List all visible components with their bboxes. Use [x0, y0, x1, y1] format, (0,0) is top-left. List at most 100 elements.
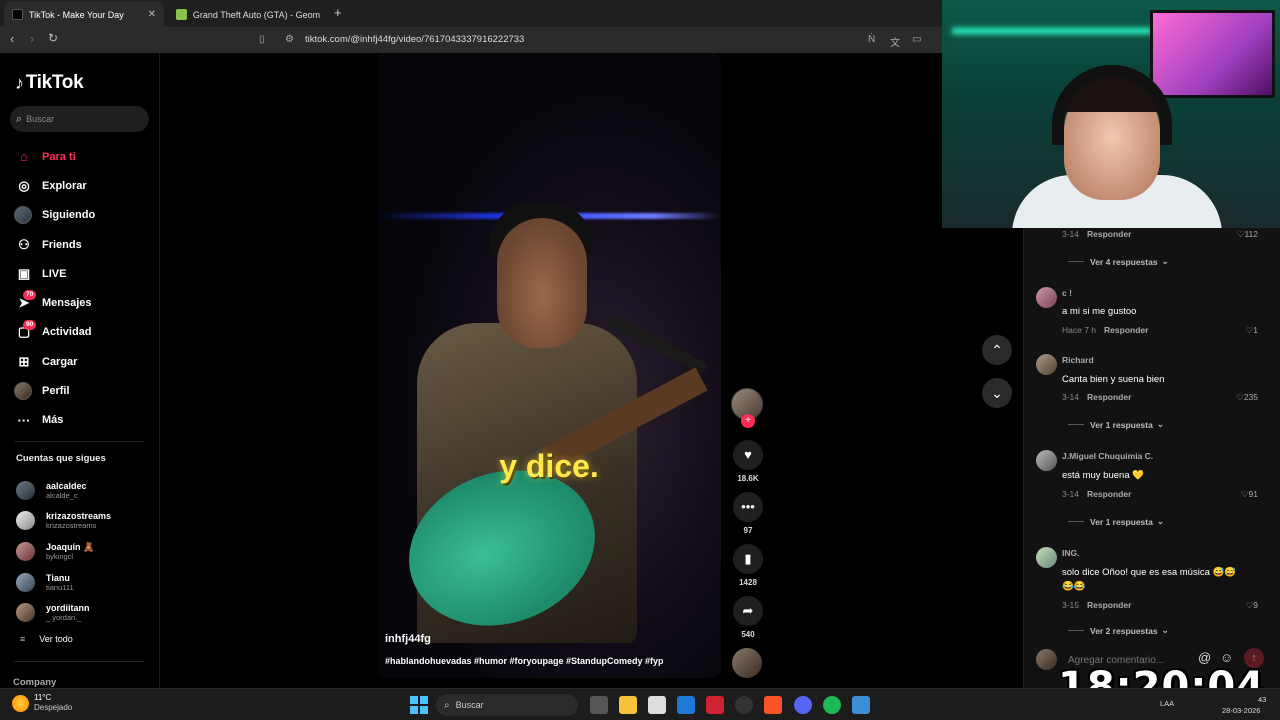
view-replies[interactable]: Ver 4 respuestas ⌄ — [1068, 256, 1169, 267]
brave-icon[interactable] — [764, 696, 782, 714]
view-replies[interactable]: Ver 2 respuestas ⌄ — [1068, 625, 1169, 636]
tab-tiktok[interactable]: TikTok - Make Your Day ✕ — [4, 2, 164, 27]
following-item[interactable]: Tianu tianu111 — [16, 567, 111, 598]
comment-like[interactable]: ♡91 — [1241, 489, 1258, 500]
reply-button[interactable]: Responder — [1087, 489, 1131, 499]
comment-like[interactable]: ♡9 — [1246, 600, 1258, 611]
screen: TikTok - Make Your Day ✕ Grand Theft Aut… — [0, 0, 1280, 720]
following-name: Joaquín 🧸 — [46, 541, 95, 552]
view-replies[interactable]: Ver 1 respuesta ⌄ — [1068, 516, 1164, 527]
nav-actividad[interactable]: ▢ 90 Actividad — [14, 318, 95, 347]
back-icon[interactable]: ‹ — [10, 31, 14, 46]
store-icon[interactable] — [648, 696, 666, 714]
avatar[interactable] — [1036, 287, 1057, 308]
url-field[interactable]: tiktok.com/@inhfj44fg/video/761704333791… — [305, 34, 524, 45]
profile-icon — [14, 382, 32, 401]
avatar — [16, 511, 35, 531]
forward-icon[interactable]: › — [30, 31, 34, 46]
search-input[interactable]: ⌕ Buscar — [10, 106, 149, 132]
following-item[interactable]: yordiitann _.yordan._ — [16, 597, 111, 628]
comment-button[interactable]: ••• 97 — [731, 492, 765, 535]
like-button[interactable]: ♥ 18.6K — [731, 440, 765, 483]
bookmark-icon[interactable]: ▯ — [259, 34, 265, 45]
app-icon[interactable] — [706, 696, 724, 714]
video-author[interactable]: inhfj44fg — [385, 633, 431, 645]
led-strip — [952, 28, 1152, 34]
screen-icon[interactable]: ▭ — [912, 34, 921, 45]
nav-live[interactable]: ▣ LIVE — [14, 259, 95, 288]
see-all-link[interactable]: ≡ Ver todo — [20, 634, 73, 644]
avatar[interactable] — [1036, 354, 1057, 375]
nav-explorar[interactable]: ◎ Explorar — [14, 171, 95, 200]
follow-plus-icon[interactable]: + — [741, 414, 755, 428]
nav-mensajes[interactable]: ➤ 70 Mensajes — [14, 288, 95, 317]
video-tags[interactable]: #hablandohuevadas #humor #foryoupage #St… — [385, 656, 664, 666]
comment-user[interactable]: c ! — [1062, 288, 1072, 298]
weather-widget[interactable]: 11°C Despejado — [12, 693, 72, 713]
creator-avatar[interactable]: + — [731, 388, 763, 428]
following-item[interactable]: krizazostreams krizazostreams — [16, 506, 111, 537]
reply-button[interactable]: Responder — [1087, 600, 1131, 610]
close-icon[interactable]: ✕ — [148, 9, 156, 20]
save-button[interactable]: ▮ 1428 — [731, 544, 765, 587]
mention-icon[interactable]: @ — [1198, 650, 1211, 665]
tiktok-logo[interactable]: ♪ TikTok — [15, 72, 84, 94]
view-replies[interactable]: Ver 1 respuesta ⌄ — [1068, 419, 1164, 430]
new-tab-icon[interactable]: + — [334, 5, 342, 20]
taskbar-search[interactable]: ⌕ Buscar — [436, 694, 578, 716]
next-video-button[interactable]: ⌄ — [982, 378, 1012, 408]
nav-siguiendo[interactable]: Siguiendo — [14, 201, 95, 230]
reply-button[interactable]: Responder — [1087, 392, 1131, 402]
nav-mas[interactable]: ··· Más — [14, 406, 95, 435]
comment-like[interactable]: ♡1 — [1246, 325, 1258, 336]
language-indicator[interactable]: LAA — [1160, 699, 1174, 708]
nav-friends[interactable]: ⚇ Friends — [14, 230, 95, 259]
steam-icon[interactable] — [735, 696, 753, 714]
view-replies-label: Ver 1 respuesta — [1090, 419, 1153, 430]
comment-user[interactable]: ING. — [1062, 548, 1079, 558]
sound-disc[interactable] — [732, 648, 762, 678]
comment-user[interactable]: Richard — [1062, 355, 1094, 365]
nav-label: Siguiendo — [42, 209, 96, 222]
translate-icon[interactable]: 文 — [890, 34, 900, 49]
spotify-icon[interactable] — [823, 696, 841, 714]
discord-icon[interactable] — [794, 696, 812, 714]
nav-perfil[interactable]: Perfil — [14, 376, 95, 405]
reply-button[interactable]: Responder — [1087, 229, 1131, 239]
nav-label: Friends — [42, 238, 82, 251]
video-player[interactable]: y dice. inhfj44fg #hablandohuevadas #hum… — [377, 53, 721, 678]
following-item[interactable]: aalcaldec alcalde_c — [16, 475, 111, 506]
view-replies-label: Ver 1 respuesta — [1090, 516, 1153, 527]
reader-icon[interactable]: Ṅ — [868, 34, 875, 45]
taskbar-time[interactable]: 43 — [1258, 695, 1266, 704]
task-view-icon[interactable] — [590, 696, 608, 714]
reload-icon[interactable]: ↻ — [48, 31, 58, 45]
avatar[interactable] — [1036, 547, 1057, 568]
nav-cargar[interactable]: ⊞ Cargar — [14, 347, 95, 376]
share-button[interactable]: ➦ 540 — [731, 596, 765, 639]
compass-icon: ◎ — [18, 177, 30, 193]
reply-button[interactable]: Responder — [1104, 325, 1148, 335]
search-icon: ⌕ — [16, 112, 23, 125]
divider — [14, 441, 144, 442]
previous-video-button[interactable]: ⌃ — [982, 335, 1012, 365]
avatar[interactable] — [1036, 450, 1057, 471]
site-info-icon[interactable]: ⚙ — [285, 34, 294, 45]
file-explorer-icon[interactable] — [619, 696, 637, 714]
windows-start-icon[interactable] — [410, 696, 428, 714]
comment-user[interactable]: J.Miguel Chuquimia C. — [1062, 451, 1153, 461]
company-link[interactable]: Company — [13, 677, 56, 688]
comment-like[interactable]: ♡235 — [1236, 392, 1258, 403]
tab-gta[interactable]: Grand Theft Auto (GTA) - Geometry D — [168, 2, 328, 27]
nav-para-ti[interactable]: ⌂ Para ti — [14, 142, 95, 171]
comment-like[interactable]: ♡112 — [1237, 229, 1258, 240]
photos-icon[interactable] — [852, 696, 870, 714]
nav-label: Cargar — [42, 355, 78, 368]
outlook-icon[interactable] — [677, 696, 695, 714]
tab-title: Grand Theft Auto (GTA) - Geometry D — [192, 9, 320, 20]
taskbar-date[interactable]: 28-03-2026 — [1222, 706, 1260, 715]
emoji-icon[interactable]: ☺ — [1220, 650, 1233, 665]
nav-list: ⌂ Para ti ◎ Explorar Siguiendo ⚇ Friends… — [14, 142, 95, 435]
following-item[interactable]: Joaquín 🧸 bykingcl — [16, 536, 111, 567]
following-handle: _.yordan._ — [46, 613, 82, 623]
